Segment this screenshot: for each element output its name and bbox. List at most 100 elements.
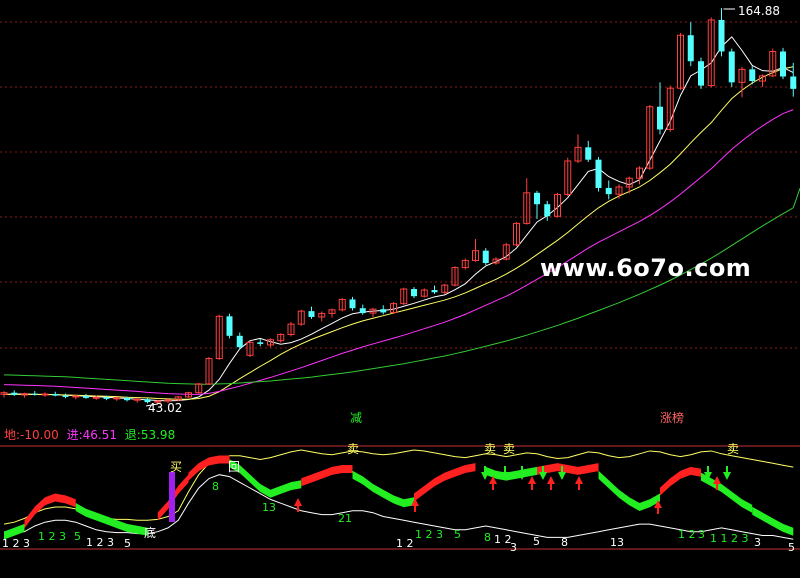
candle [769, 48, 777, 78]
candle-body [133, 398, 141, 401]
candle [308, 306, 315, 319]
candle-body [790, 76, 797, 89]
indicator-header: 地:-10.00 进:46.51 退:53.98 [4, 428, 175, 442]
count-sequence-label: 5 [74, 530, 81, 543]
osc-ribbon-segment [752, 506, 794, 536]
candle-body [62, 395, 69, 397]
candle [780, 47, 786, 80]
count-sequence-label: 1 2 [396, 537, 414, 550]
candle-body [728, 51, 735, 83]
candle [698, 57, 704, 89]
candle [277, 333, 285, 343]
candle [62, 393, 69, 399]
sell-label-1: 卖 [347, 442, 360, 456]
candle [738, 66, 746, 98]
osc-ribbon-segment [188, 455, 230, 481]
jin-value: 46.51 [82, 428, 117, 442]
count-sequence-label: 5 [454, 528, 461, 541]
candle [615, 184, 623, 199]
candle [707, 17, 715, 88]
count-sequence-label: 1 2 [494, 533, 512, 546]
candle [523, 178, 531, 225]
buy-label: 买 [170, 460, 183, 474]
hui-label: 回 [228, 460, 241, 474]
candle [411, 287, 417, 299]
candle [482, 248, 489, 265]
osc-line-yellow [3, 449, 794, 525]
candle-body [41, 393, 49, 396]
candle [113, 396, 121, 401]
high-price-label: 164.88 [738, 4, 780, 18]
osc-ribbon-segment [301, 465, 353, 487]
candle-body [780, 51, 786, 77]
candle-body [257, 342, 264, 344]
candle-body [124, 397, 130, 401]
candle [718, 8, 725, 57]
sell-label-3: 卖 [503, 442, 516, 456]
candle-body [482, 250, 489, 264]
count-sequence-label: 1 1 2 3 [710, 532, 749, 545]
candle [534, 190, 540, 219]
candle [677, 32, 684, 91]
count-sequence-label: 8 [561, 536, 568, 549]
osc-ribbon-segment [75, 503, 148, 536]
up-arrow-icon [294, 498, 302, 512]
candle-body [11, 392, 18, 395]
ma-long-extension [792, 188, 800, 208]
candle-body [52, 393, 59, 396]
candle [246, 340, 254, 357]
candle-body [236, 335, 243, 348]
candle-body [595, 159, 602, 188]
sell-label-4: 卖 [727, 442, 740, 456]
candle [267, 338, 274, 348]
marker-zhangbang: 涨榜 [660, 411, 685, 425]
candle [369, 307, 377, 317]
candle [400, 287, 408, 305]
price-grid [0, 21, 800, 550]
candle [359, 304, 366, 315]
candle-body [657, 106, 663, 130]
candle [595, 157, 602, 192]
candle-body [380, 309, 387, 313]
candle [646, 105, 654, 171]
candle [390, 302, 397, 314]
candle-body [585, 147, 592, 160]
osc-ribbon-segment [660, 466, 701, 496]
candle [544, 200, 551, 221]
count-sequence-label: 5 [124, 537, 131, 550]
tui-label: 退: [124, 428, 141, 442]
candle [257, 339, 264, 347]
candle [318, 311, 326, 322]
ma-line-1 [4, 66, 794, 400]
up-arrow-icon [547, 476, 555, 490]
count-sequence-label: 13 [262, 501, 276, 514]
down-arrow-icon [723, 466, 731, 480]
di-signal-label: 底 [144, 526, 157, 540]
count-sequence-label: 21 [338, 512, 352, 525]
osc-ribbon-segment [352, 470, 414, 508]
candle [472, 238, 479, 262]
candle [441, 283, 449, 295]
candle [52, 391, 59, 397]
count-sequence-label: 1 2 3 [2, 537, 30, 550]
count-sequence-label: 5 [788, 541, 795, 554]
osc-ribbon-segment [24, 493, 76, 529]
candle [585, 140, 592, 162]
oscillator-panel [3, 449, 794, 540]
candle [790, 62, 797, 97]
ma-line-0 [3, 36, 794, 402]
candle-body [605, 187, 612, 195]
candle [380, 305, 387, 315]
candle-body [698, 61, 704, 86]
candle [11, 390, 18, 396]
candle-body [749, 69, 756, 82]
up-arrow-icon [575, 476, 583, 490]
candle-body [103, 397, 110, 399]
count-sequence-label: 1 2 [678, 528, 696, 541]
candle-body [411, 289, 417, 297]
candle-body [83, 395, 89, 398]
candle-body [92, 396, 100, 399]
watermark: www.6o7o.com [540, 254, 752, 282]
candle [297, 309, 305, 326]
candle [226, 313, 233, 339]
